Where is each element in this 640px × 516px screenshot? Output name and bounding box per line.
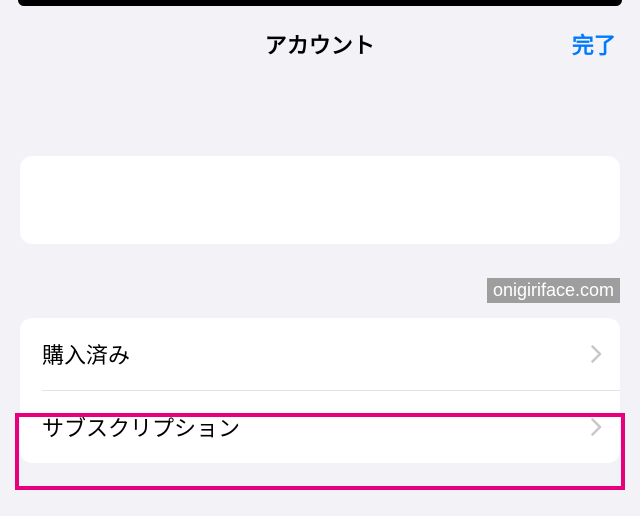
account-sheet: アカウント 完了 onigiriface.com 購入済み サブスクリプション [0, 6, 640, 516]
row-label: サブスクリプション [42, 411, 240, 443]
subscriptions-row[interactable]: サブスクリプション [20, 391, 620, 463]
done-button[interactable]: 完了 [572, 28, 616, 60]
chevron-right-icon [591, 345, 602, 363]
page-title: アカウント [265, 28, 375, 60]
account-list-group: 購入済み サブスクリプション [20, 318, 620, 463]
purchased-row[interactable]: 購入済み [20, 318, 620, 390]
account-info-card [20, 156, 620, 244]
sheet-header: アカウント 完了 [0, 22, 640, 66]
chevron-right-icon [591, 418, 602, 436]
row-label: 購入済み [42, 338, 130, 370]
watermark-label: onigiriface.com [487, 278, 620, 303]
